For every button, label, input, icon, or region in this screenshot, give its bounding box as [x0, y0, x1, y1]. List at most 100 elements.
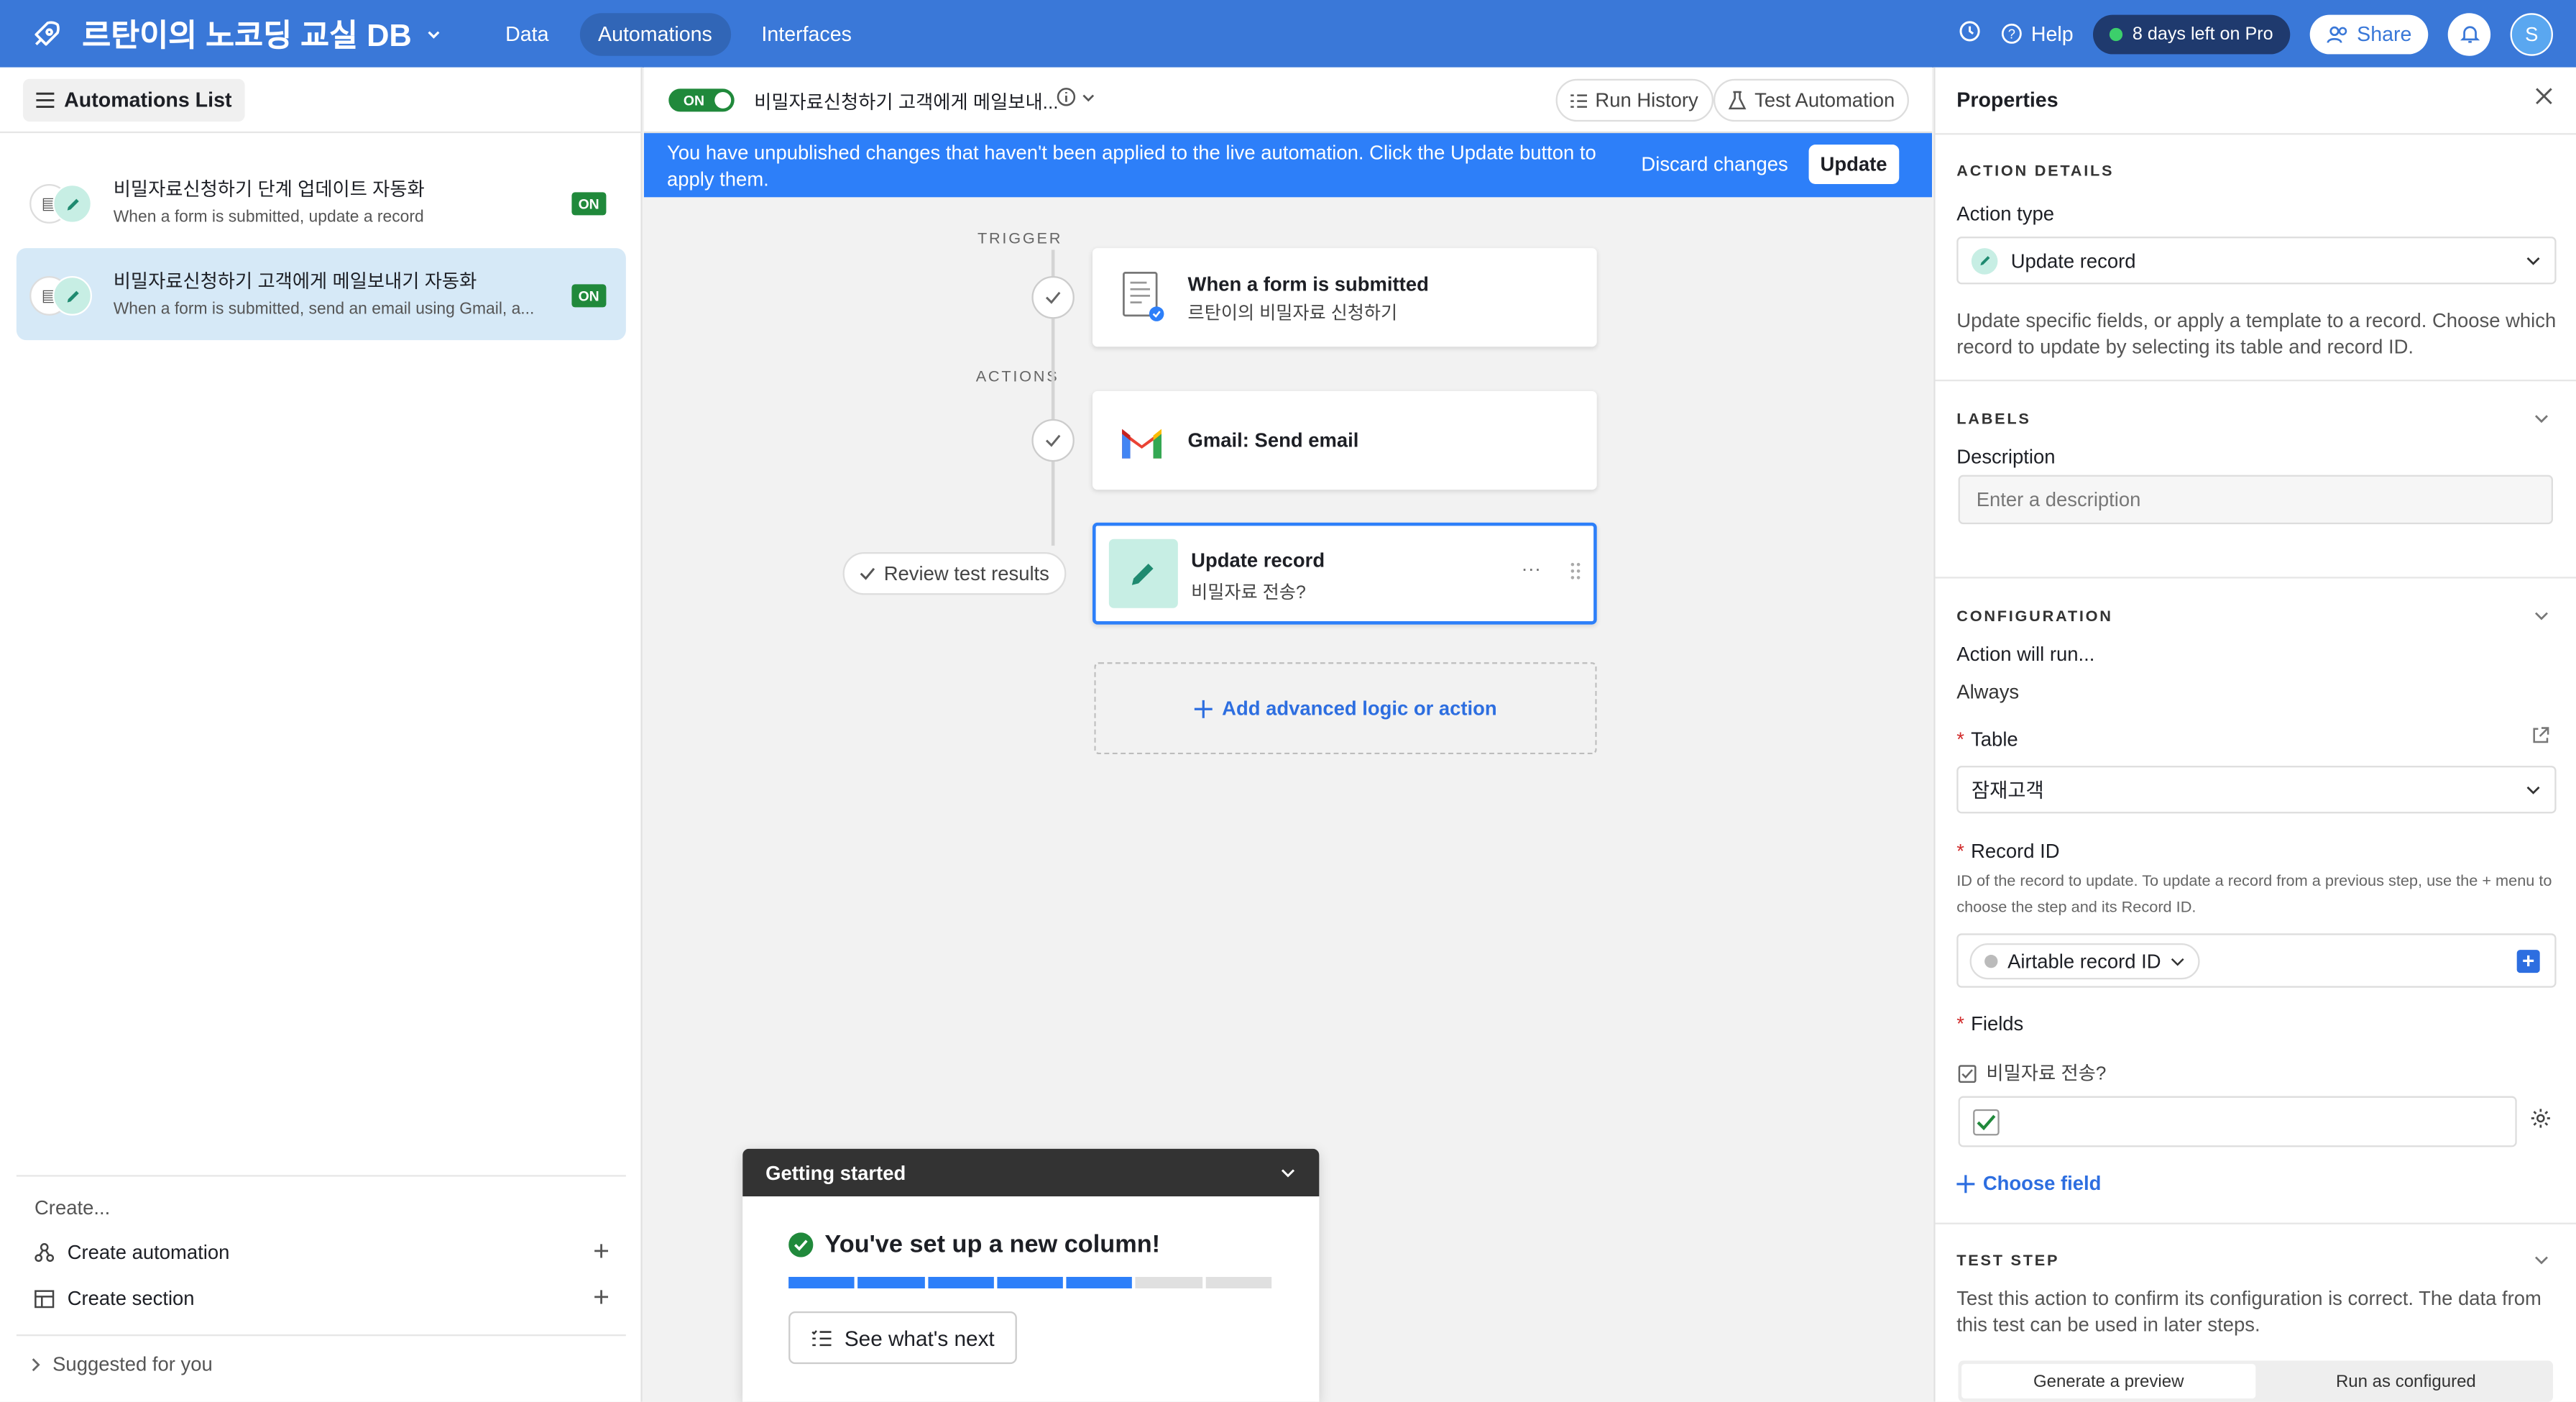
chevron-down-icon[interactable] [1280, 1166, 1297, 1179]
description-input[interactable]: Enter a description [1958, 475, 2553, 525]
plus-icon[interactable]: + [593, 1282, 610, 1315]
automations-list-button[interactable]: Automations List [22, 78, 245, 122]
progress-segment [1066, 1276, 1133, 1288]
description-label: Description [1956, 445, 2056, 469]
history-icon[interactable] [1959, 19, 1982, 47]
checkbox-icon [1958, 1064, 1977, 1083]
rocket-icon[interactable] [0, 0, 92, 68]
chevron-right-icon [32, 1357, 40, 1371]
check-icon [860, 567, 875, 580]
svg-text:?: ? [2008, 27, 2015, 42]
check-circle-icon [788, 1232, 814, 1257]
base-title[interactable]: 르탄이의 노코딩 교실 DB [82, 12, 441, 56]
check-icon [1031, 418, 1075, 462]
record-id-help: ID of the record to update. To update a … [1956, 872, 2552, 917]
trigger-label: TRIGGER [977, 229, 1063, 249]
plus-icon[interactable]: + [593, 1236, 610, 1269]
test-automation-button[interactable]: Test Automation [1713, 78, 1910, 122]
help-button[interactable]: ? Help [2002, 22, 2074, 45]
check-icon [1977, 1114, 1996, 1131]
avatar[interactable]: S [2510, 12, 2553, 55]
create-section-button[interactable]: Create section + [34, 1282, 610, 1315]
update-record-card[interactable]: Update record 비밀자료 전송? ··· [1092, 522, 1597, 625]
generate-preview-tab[interactable]: Generate a preview [1961, 1364, 2256, 1399]
getting-started-panel: Getting started You've set up a new colu… [742, 1148, 1320, 1402]
table-icon [34, 1289, 55, 1308]
divider [0, 131, 643, 134]
suggested-toggle[interactable]: Suggested for you [29, 1352, 213, 1375]
discard-changes-button[interactable]: Discard changes [1641, 153, 1788, 176]
progress-segment [1136, 1276, 1202, 1288]
more-icon[interactable]: ··· [1522, 557, 1541, 580]
chevron-down-icon[interactable] [2534, 408, 2550, 431]
chevron-down-icon[interactable] [2534, 605, 2550, 628]
table-select[interactable]: 잠재고객 [1956, 766, 2557, 814]
progress-segment [927, 1276, 994, 1288]
see-whats-next-button[interactable]: See what's next [788, 1311, 1018, 1365]
action-type-label: Action type [1956, 202, 2054, 226]
choose-field-button[interactable]: Choose field [1956, 1172, 2101, 1195]
nav-automations[interactable]: Automations [579, 12, 730, 55]
plus-icon[interactable]: + [2516, 950, 2540, 973]
automation-item[interactable]: ▤ 비밀자료신청하기 단계 업데이트 자동화 When a form is su… [17, 156, 626, 248]
trigger-card[interactable]: When a form is submitted 르탄이의 비밀자료 신청하기 [1092, 248, 1597, 347]
progress-bar [788, 1276, 1272, 1288]
divider [16, 1334, 626, 1337]
check-icon [1031, 275, 1075, 319]
divider [1935, 133, 2576, 135]
run-condition-value[interactable]: Always [1956, 680, 2019, 703]
progress-segment [788, 1276, 855, 1288]
nav-data[interactable]: Data [487, 12, 567, 55]
automation-item-selected[interactable]: ▤ 비밀자료신청하기 고객에게 메일보내기 자동화 When a form is… [16, 248, 626, 341]
main-nav: Data Automations Interfaces [487, 12, 870, 55]
record-id-field[interactable]: Airtable record ID + [1956, 933, 2557, 988]
field-checkbox[interactable] [1973, 1109, 2000, 1136]
external-link-icon[interactable] [2531, 726, 2549, 749]
gmail-icon [1119, 424, 1165, 464]
step-subtitle: 르탄이의 비밀자료 신청하기 [1187, 303, 1398, 324]
share-button[interactable]: Share [2309, 14, 2429, 54]
automation-toggle[interactable]: ON [668, 88, 735, 112]
automation-title[interactable]: 비밀자료신청하기 고객에게 메일보내... [754, 88, 1058, 115]
chevron-down-icon [2171, 957, 2185, 966]
divider [1935, 577, 2576, 579]
question-icon: ? [2002, 23, 2023, 44]
record-id-token[interactable]: Airtable record ID [1969, 943, 2201, 980]
progress-segment [997, 1276, 1064, 1288]
close-icon[interactable] [2535, 87, 2553, 110]
nav-interfaces[interactable]: Interfaces [743, 12, 870, 55]
update-button[interactable]: Update [1808, 145, 1899, 184]
chevron-down-icon[interactable] [2534, 1249, 2550, 1272]
automation-name: 비밀자료신청하기 고객에게 메일보내기 자동화 [113, 272, 477, 293]
section-test-step: TEST STEP [1956, 1252, 2060, 1270]
chevron-down-icon [1082, 93, 1095, 101]
checklist-icon [811, 1329, 832, 1345]
pencil-icon [52, 275, 92, 316]
step-title: When a form is submitted [1187, 272, 1429, 296]
will-run-label: Action will run... [1956, 642, 2095, 666]
info-icon[interactable] [1057, 87, 1096, 106]
field-name: 비밀자료 전송? [1958, 1060, 2106, 1086]
gear-icon[interactable] [2530, 1108, 2552, 1135]
trial-badge[interactable]: 8 days left on Pro [2093, 14, 2290, 54]
chevron-down-icon [427, 30, 439, 38]
section-labels: LABELS [1956, 411, 2031, 429]
flask-icon [1728, 91, 1747, 110]
bell-icon[interactable] [2447, 12, 2491, 55]
create-automation-button[interactable]: Create automation + [34, 1236, 610, 1269]
gmail-action-card[interactable]: Gmail: Send email [1092, 390, 1597, 490]
action-type-select[interactable]: Update record [1956, 237, 2557, 285]
divider [1935, 379, 2576, 382]
review-test-results-button[interactable]: Review test results [842, 551, 1066, 595]
run-history-button[interactable]: Run History [1555, 78, 1714, 122]
record-id-label: * Record ID [1956, 839, 2060, 863]
drag-handle-icon[interactable] [1570, 562, 1581, 585]
users-icon [2326, 25, 2347, 42]
field-value-input[interactable] [1958, 1096, 2517, 1147]
run-as-configured-tab[interactable]: Run as configured [2259, 1361, 2553, 1402]
add-logic-button[interactable]: Add advanced logic or action [1094, 662, 1597, 755]
properties-title: Properties [1956, 88, 2058, 112]
properties-panel: Properties ACTION DETAILS Action type Up… [1933, 67, 2576, 1402]
menu-icon [36, 92, 55, 109]
getting-started-header[interactable]: Getting started [742, 1148, 1320, 1196]
